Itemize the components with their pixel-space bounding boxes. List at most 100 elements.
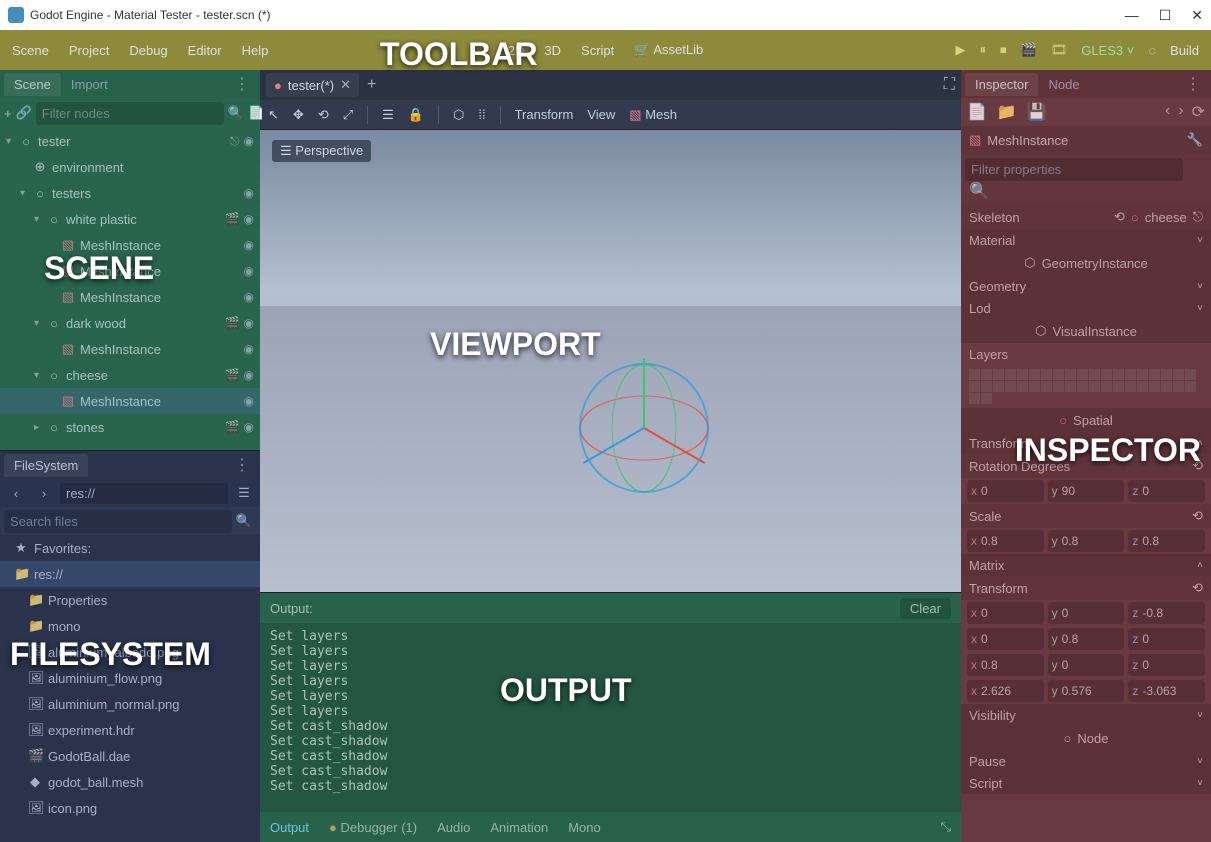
fs-item[interactable]: 📁mono: [0, 613, 260, 639]
rot-z[interactable]: z0: [1128, 480, 1205, 502]
fs-back-button[interactable]: ‹: [4, 481, 28, 505]
menu-debug[interactable]: Debug: [129, 43, 167, 58]
mode-assetlib[interactable]: 🛒 AssetLib: [634, 42, 703, 58]
fs-item[interactable]: 🖼experiment.hdr: [0, 717, 260, 743]
reset-icon[interactable]: ⟲: [1192, 458, 1203, 474]
fs-item[interactable]: 🖼icon.png: [0, 795, 260, 821]
renderer-dropdown[interactable]: GLES3 ˅: [1081, 43, 1134, 58]
scale-tool-icon[interactable]: ⤢: [343, 107, 353, 123]
tree-node[interactable]: ▾○testers◉: [0, 180, 260, 206]
save-resource-icon[interactable]: 💾: [1027, 102, 1047, 122]
panel-menu-icon[interactable]: ⋮: [228, 74, 256, 94]
cat-material[interactable]: Material˅: [961, 229, 1211, 251]
fs-item[interactable]: ★Favorites:: [0, 535, 260, 561]
rot-y[interactable]: y90: [1048, 480, 1125, 502]
tab-debugger[interactable]: ● Debugger (1): [329, 820, 417, 835]
tree-node[interactable]: ▧MeshInstance◉: [0, 232, 260, 258]
search-icon[interactable]: 🔍: [228, 101, 244, 125]
collapse-panel-icon[interactable]: ⤡: [941, 819, 951, 835]
open-resource-icon[interactable]: 📁: [997, 102, 1017, 122]
tree-node[interactable]: ▧MeshInstance◉: [0, 258, 260, 284]
search-icon[interactable]: 🔍: [232, 509, 256, 533]
reset-icon[interactable]: ⟲: [1192, 508, 1203, 524]
fs-item[interactable]: 🖼aluminium_normal.png: [0, 691, 260, 717]
view-menu[interactable]: View: [587, 107, 615, 122]
clear-button[interactable]: Clear: [900, 598, 951, 619]
fs-item[interactable]: ◆godot_ball.mesh: [0, 769, 260, 795]
window-close-button[interactable]: ✕: [1191, 7, 1203, 24]
output-log[interactable]: Set layers Set layers Set layers Set lay…: [260, 623, 961, 812]
transform-gizmo[interactable]: [554, 338, 734, 518]
rotate-tool-icon[interactable]: ⟲: [318, 107, 329, 123]
build-button[interactable]: Build: [1170, 43, 1199, 58]
select-tool-icon[interactable]: ↖: [268, 107, 279, 123]
tab-output[interactable]: Output: [270, 820, 309, 835]
cat-matrix[interactable]: Matrix˄: [961, 554, 1211, 576]
history-back-icon[interactable]: ‹: [1165, 102, 1170, 122]
reset-icon[interactable]: ⟲: [1114, 209, 1125, 225]
tab-inspector[interactable]: Inspector: [965, 73, 1038, 96]
tree-node[interactable]: ▾○white plastic🎬◉: [0, 206, 260, 232]
add-node-button[interactable]: +: [4, 101, 12, 125]
cube-icon[interactable]: ⬡: [453, 107, 464, 123]
cat-lod[interactable]: Lod˅: [961, 297, 1211, 319]
mesh-menu[interactable]: ▧ Mesh: [629, 107, 677, 123]
fs-item[interactable]: 🖼aluminium_albedo.png: [0, 639, 260, 665]
spatial-link[interactable]: ○ Spatial: [961, 408, 1211, 432]
fs-tree[interactable]: ★Favorites:📁res://📁Properties📁mono🖼alumi…: [0, 535, 260, 842]
search-icon[interactable]: 🔍: [965, 183, 989, 200]
geometry-instance-link[interactable]: ⬡ GeometryInstance: [961, 251, 1211, 275]
fs-path[interactable]: res://: [60, 483, 228, 504]
instance-scene-button[interactable]: 🔗: [16, 101, 32, 125]
distraction-free-button[interactable]: ⛶: [944, 76, 955, 94]
tab-mono[interactable]: Mono: [568, 820, 601, 835]
scene-filter-input[interactable]: [36, 102, 224, 125]
tree-node[interactable]: ▾○tester⎋◉: [0, 128, 260, 154]
mode-2d[interactable]: 2D: [508, 43, 525, 58]
tree-node[interactable]: ▸○stones🎬◉: [0, 414, 260, 440]
layers-grid[interactable]: [961, 365, 1211, 408]
fs-view-toggle[interactable]: ☰: [232, 481, 256, 505]
visual-instance-link[interactable]: ⬡ VisualInstance: [961, 319, 1211, 343]
new-resource-icon[interactable]: 📄: [967, 102, 987, 122]
3d-viewport[interactable]: ☰ Perspective: [260, 130, 961, 592]
fs-forward-button[interactable]: ›: [32, 481, 56, 505]
fs-search-input[interactable]: [4, 510, 232, 533]
inspector-filter-input[interactable]: [965, 158, 1183, 181]
tree-node[interactable]: ⊕environment: [0, 154, 260, 180]
menu-project[interactable]: Project: [69, 43, 109, 58]
scene-tree[interactable]: ▾○tester⎋◉⊕environment▾○testers◉▾○white …: [0, 128, 260, 450]
attach-script-button[interactable]: 📄: [248, 101, 264, 125]
play-button[interactable]: ▶: [956, 42, 966, 58]
tab-scene[interactable]: Scene: [4, 73, 61, 96]
play-scene-button[interactable]: 🎬: [1021, 42, 1037, 58]
perspective-label[interactable]: ☰ Perspective: [272, 140, 371, 162]
menu-editor[interactable]: Editor: [188, 43, 222, 58]
scl-y[interactable]: y0.8: [1048, 530, 1125, 552]
history-forward-icon[interactable]: ›: [1178, 102, 1183, 122]
node-link[interactable]: ○ Node: [961, 726, 1211, 750]
pause-button[interactable]: ⏸: [980, 42, 987, 58]
move-tool-icon[interactable]: ✥: [293, 107, 304, 123]
snap-icon[interactable]: ⁞⁞: [478, 107, 485, 122]
list-select-icon[interactable]: ☰: [382, 107, 394, 123]
fs-item[interactable]: 🎬GodotBall.dae: [0, 743, 260, 769]
window-minimize-button[interactable]: —: [1125, 7, 1139, 24]
stop-button[interactable]: ⏹: [1000, 42, 1007, 58]
close-icon[interactable]: ✕: [340, 77, 351, 93]
reset-icon[interactable]: ⟲: [1192, 580, 1203, 596]
scene-tab[interactable]: ● tester(*) ✕: [266, 73, 359, 97]
cat-geometry[interactable]: Geometry˅: [961, 275, 1211, 297]
fs-item[interactable]: 🖼aluminium_flow.png: [0, 665, 260, 691]
play-custom-button[interactable]: 🎞: [1051, 42, 1068, 58]
tab-node[interactable]: Node: [1038, 73, 1089, 96]
tab-audio[interactable]: Audio: [437, 820, 470, 835]
tool-menu-icon[interactable]: 🔧: [1187, 132, 1203, 148]
menu-help[interactable]: Help: [242, 43, 269, 58]
mode-script[interactable]: Script: [581, 43, 614, 58]
lock-icon[interactable]: 🔒: [408, 107, 424, 123]
add-tab-button[interactable]: +: [367, 76, 376, 94]
menu-scene[interactable]: Scene: [12, 43, 49, 58]
transform-menu[interactable]: Transform: [515, 107, 574, 122]
tree-node[interactable]: ▧MeshInstance◉: [0, 284, 260, 310]
